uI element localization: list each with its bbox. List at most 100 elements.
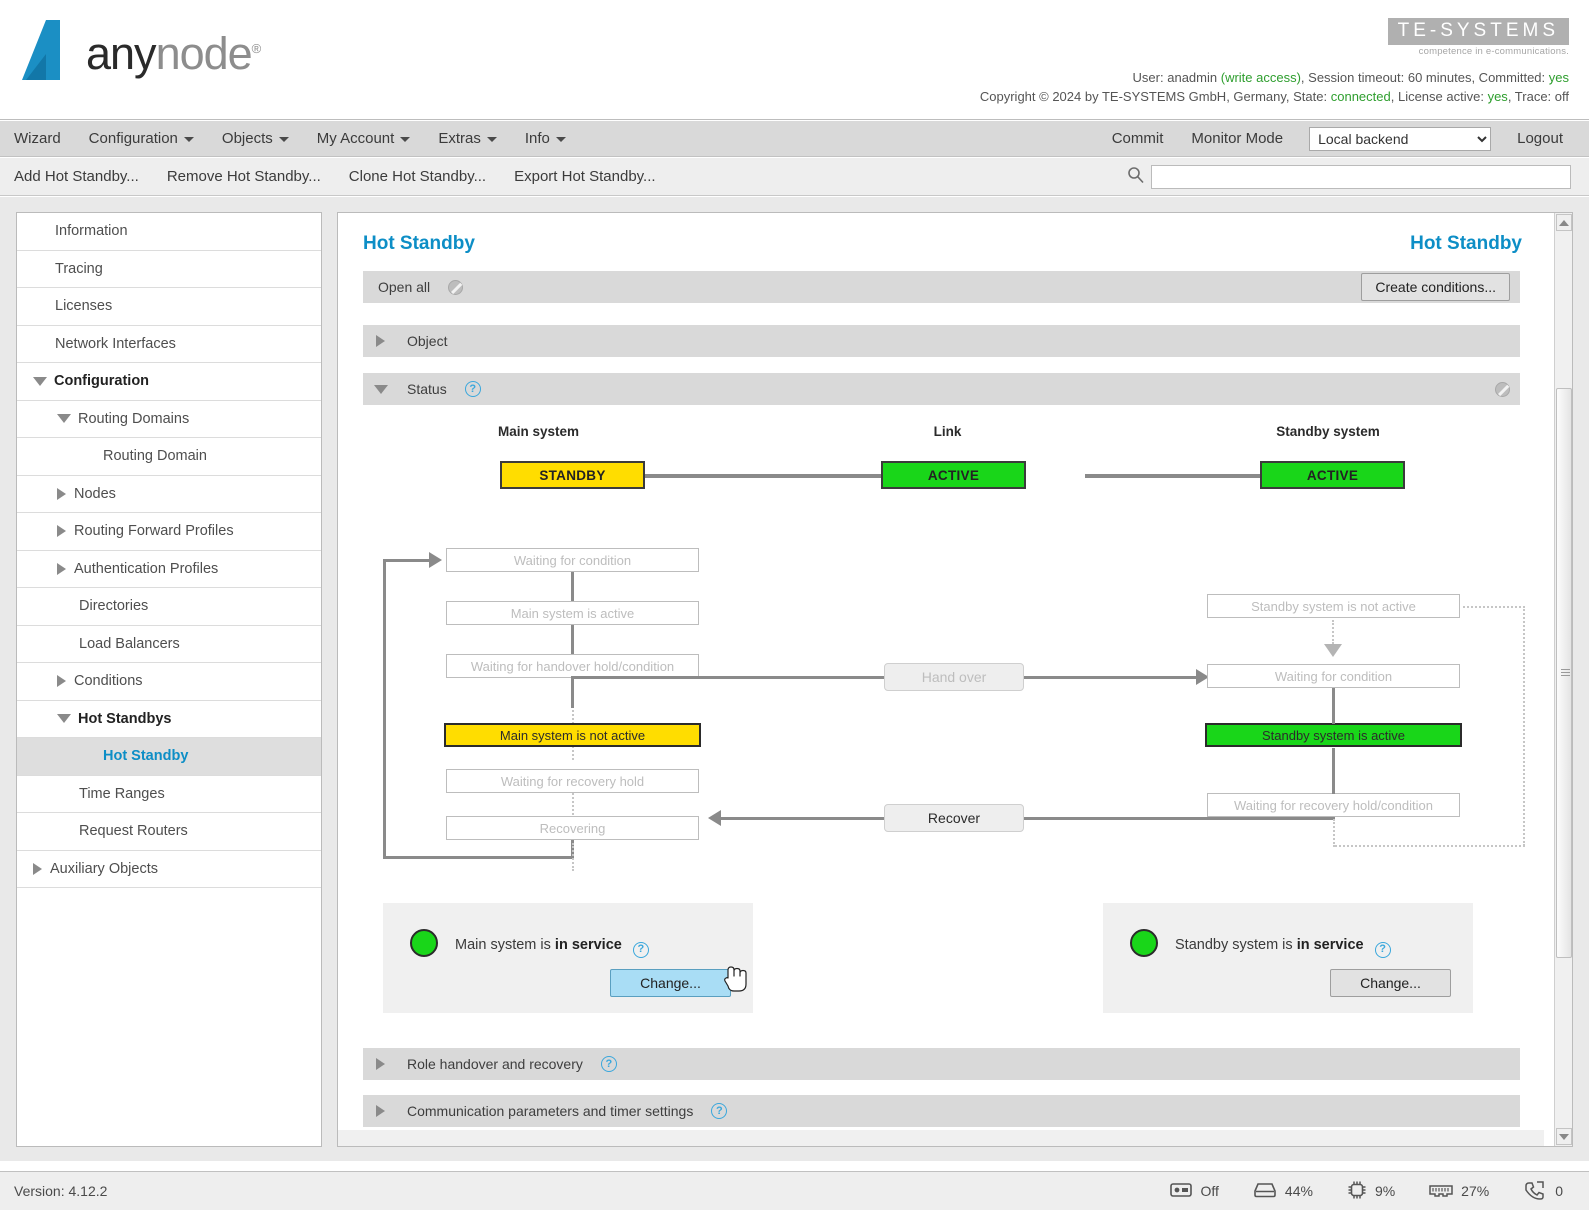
sidebar-item-hot-standby[interactable]: Hot Standby: [17, 738, 321, 776]
chevron-right-icon[interactable]: [376, 1105, 385, 1117]
sidebar-item-licenses[interactable]: Licenses: [17, 288, 321, 326]
menu-wizard[interactable]: Wizard: [0, 121, 75, 157]
sidebar-item-authentication-profiles[interactable]: Authentication Profiles: [17, 551, 321, 588]
loop-line-vertical: [383, 559, 386, 859]
sidebar-item-hot-standbys[interactable]: Hot Standbys: [17, 701, 321, 738]
sidebar-item-configuration[interactable]: Configuration: [17, 363, 321, 401]
menu-extras[interactable]: Extras: [424, 121, 511, 157]
sidebar-item-request-routers[interactable]: Request Routers: [17, 813, 321, 851]
chevron-up-icon: [1559, 219, 1569, 226]
chevron-right-icon[interactable]: [57, 487, 66, 500]
memory-icon: [1429, 1183, 1453, 1200]
remove-hot-standby-button[interactable]: Remove Hot Standby...: [153, 158, 335, 196]
chevron-down-icon[interactable]: [57, 414, 71, 424]
menu-configuration[interactable]: Configuration: [75, 121, 208, 157]
collapse-section-icon[interactable]: [1495, 381, 1510, 397]
chevron-right-icon[interactable]: [57, 525, 66, 538]
collapse-all-icon[interactable]: [448, 279, 464, 295]
sidebar-item-nodes[interactable]: Nodes: [17, 476, 321, 513]
sidebar-item-directories[interactable]: Directories: [17, 588, 321, 626]
version-value: 4.12.2: [68, 1183, 108, 1199]
commit-button[interactable]: Commit: [1098, 121, 1178, 157]
chevron-down-icon[interactable]: [374, 384, 388, 394]
recover-arrow-head: [708, 810, 721, 826]
section-status-header[interactable]: Status ?: [363, 373, 1520, 405]
add-hot-standby-button[interactable]: Add Hot Standby...: [0, 158, 153, 196]
help-icon[interactable]: ?: [632, 941, 649, 958]
monitor-mode-label: Monitor Mode: [1191, 129, 1284, 147]
standby-service-prefix: Standby system is: [1175, 937, 1297, 953]
state-left-2: Main system is active: [446, 601, 699, 625]
write-access: (write access): [1220, 70, 1301, 85]
section-status-label: Status: [407, 381, 447, 397]
vertical-scrollbar[interactable]: [1554, 213, 1572, 1146]
standby-service-value: in service: [1296, 937, 1364, 953]
sidebar-item-routing-domain[interactable]: Routing Domain: [17, 438, 321, 476]
sidebar-item-label: Load Balancers: [79, 635, 180, 652]
section-comm-header[interactable]: Communication parameters and timer setti…: [363, 1095, 1520, 1127]
scroll-down-button[interactable]: [1556, 1128, 1572, 1145]
chevron-down-icon[interactable]: [33, 376, 47, 386]
state-left-4-active: Main system is not active: [444, 723, 701, 747]
menu-my-account[interactable]: My Account: [303, 121, 425, 157]
chevron-right-icon[interactable]: [57, 562, 66, 575]
section-role-header[interactable]: Role handover and recovery ?: [363, 1048, 1520, 1080]
sidebar-item-routing-forward-profiles[interactable]: Routing Forward Profiles: [17, 513, 321, 551]
chevron-right-icon[interactable]: [57, 675, 66, 688]
wordmark-node: node: [155, 28, 253, 79]
main-system-change-button[interactable]: Change...: [610, 969, 731, 997]
menu-objects-label: Objects: [221, 129, 273, 147]
chevron-right-icon[interactable]: [33, 862, 42, 875]
sidebar-item-information[interactable]: Information: [17, 213, 321, 251]
clone-hot-standby-button[interactable]: Clone Hot Standby...: [335, 158, 500, 196]
sidebar-item-label: Configuration: [54, 373, 150, 390]
sidebar-item-label: Conditions: [74, 673, 143, 690]
sidebar-item-conditions[interactable]: Conditions: [17, 663, 321, 701]
help-icon[interactable]: ?: [600, 1056, 617, 1072]
export-hot-standby-button[interactable]: Export Hot Standby...: [500, 158, 669, 196]
state-left-2-label: Main system is active: [510, 605, 635, 621]
logout-button[interactable]: Logout: [1503, 121, 1577, 157]
hot-standby-status-diagram: Main system Link Standby system STANDBY …: [363, 416, 1525, 881]
sidebar-item-label: Tracing: [55, 260, 103, 277]
chevron-right-icon[interactable]: [376, 1058, 385, 1070]
open-all-label[interactable]: Open all: [378, 279, 430, 295]
search-icon: [1127, 166, 1145, 187]
menu-info[interactable]: Info: [511, 121, 580, 157]
sidebar-item-load-balancers[interactable]: Load Balancers: [17, 626, 321, 663]
section-comm-label: Communication parameters and timer setti…: [407, 1103, 694, 1119]
handover-line-right: [1023, 676, 1198, 679]
scroll-up-button[interactable]: [1556, 214, 1572, 231]
menu-bar-right: Commit Monitor Mode Local backend Logout: [1098, 121, 1589, 157]
sidebar-item-routing-domains[interactable]: Routing Domains: [17, 401, 321, 438]
te-systems-logo: TE-SYSTEMS competence in e-communication…: [1387, 18, 1569, 57]
state-left-1-label: Waiting for condition: [513, 552, 632, 568]
chevron-right-icon[interactable]: [376, 335, 385, 347]
help-icon[interactable]: ?: [464, 381, 481, 397]
search-input[interactable]: [1151, 164, 1571, 189]
state-left-5-label: Waiting for recovery hold: [500, 773, 645, 789]
sidebar-item-network-interfaces[interactable]: Network Interfaces: [17, 326, 321, 363]
standby-system-change-button[interactable]: Change...: [1330, 969, 1451, 997]
sidebar-item-auxiliary-objects[interactable]: Auxiliary Objects: [17, 851, 321, 888]
horizontal-scrollbar[interactable]: [338, 1130, 1544, 1146]
link-status-box: ACTIVE: [881, 461, 1026, 489]
sidebar-item-tracing[interactable]: Tracing: [17, 251, 321, 288]
scrollbar-thumb[interactable]: [1556, 388, 1572, 958]
create-conditions-button[interactable]: Create conditions...: [1361, 273, 1510, 301]
menu-wizard-label: Wizard: [14, 129, 61, 147]
help-icon[interactable]: ?: [1374, 941, 1391, 958]
section-role-label: Role handover and recovery: [407, 1056, 583, 1072]
help-icon[interactable]: ?: [711, 1103, 728, 1119]
section-object-header[interactable]: Object: [363, 325, 1520, 357]
monitor-mode-button[interactable]: Monitor Mode: [1177, 121, 1297, 157]
sidebar-item-time-ranges[interactable]: Time Ranges: [17, 776, 321, 813]
chevron-down-icon[interactable]: [57, 714, 71, 724]
chevron-down-icon: [555, 137, 566, 142]
main-menu-bar: Wizard Configuration Objects My Account …: [0, 121, 1589, 157]
cpu-value: 9%: [1374, 1183, 1396, 1199]
menu-objects[interactable]: Objects: [208, 121, 303, 157]
state-left-6: Recovering: [446, 816, 699, 840]
user-label: User:: [1132, 70, 1164, 85]
backend-select[interactable]: Local backend: [1309, 126, 1492, 151]
